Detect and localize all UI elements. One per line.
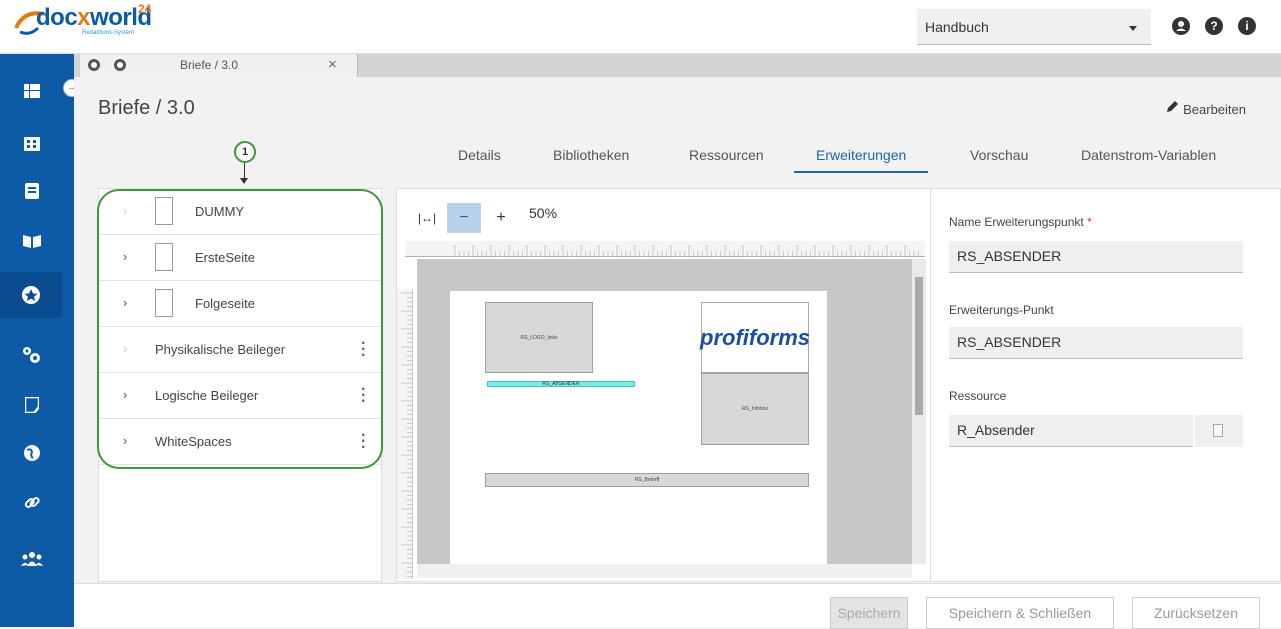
logo-box[interactable]: RS_LOGO_links bbox=[485, 302, 593, 373]
horizontal-scrollbar[interactable] bbox=[417, 564, 912, 578]
globe-icon[interactable] bbox=[17, 438, 47, 468]
brand-logo[interactable]: profiforms bbox=[700, 302, 810, 373]
footer-bar: Speichern Speichern & Schließen Zurückse… bbox=[74, 583, 1281, 629]
users-icon[interactable] bbox=[17, 544, 47, 574]
absender-box[interactable]: RS_ABSENDER bbox=[487, 381, 635, 387]
info-icon[interactable]: i bbox=[1238, 17, 1256, 35]
tab-vorschau[interactable]: Vorschau bbox=[970, 147, 1028, 163]
point-field[interactable]: RS_ABSENDER bbox=[949, 327, 1243, 359]
save-button[interactable]: Speichern bbox=[830, 597, 908, 629]
tab-bibliotheken[interactable]: Bibliotheken bbox=[553, 147, 629, 163]
logo-superscript: 24 bbox=[138, 2, 152, 16]
settings-icon[interactable] bbox=[17, 340, 47, 370]
edit-button-label: Bearbeiten bbox=[1183, 102, 1246, 117]
point-label: Erweiterungs-Punkt bbox=[949, 303, 1054, 317]
tab-datenstrom-variablen[interactable]: Datenstrom-Variablen bbox=[1081, 147, 1216, 163]
callout-highlight bbox=[97, 189, 383, 469]
document-tab-strip: Briefe / 3.0 × bbox=[74, 54, 1281, 77]
pencil-icon bbox=[1167, 101, 1179, 112]
tab-erweiterungen[interactable]: Erweiterungen bbox=[816, 147, 906, 163]
name-field[interactable]: RS_ABSENDER bbox=[949, 241, 1243, 273]
paper-sheet: RS_LOGO_links profiforms RS_Infobox RS_A… bbox=[450, 291, 827, 571]
infobox-box[interactable]: RS_Infobox bbox=[701, 373, 809, 445]
vertical-ruler bbox=[397, 289, 413, 579]
zoom-level: 50% bbox=[529, 205, 558, 221]
close-icon[interactable]: × bbox=[328, 56, 337, 73]
callout-marker: 1 bbox=[234, 141, 256, 163]
page-icon[interactable] bbox=[17, 390, 47, 420]
save-close-button[interactable]: Speichern & Schließen bbox=[926, 597, 1114, 629]
layout-preview: |↔| − + 50% RS_LOGO_links profiforms RS_… bbox=[396, 188, 931, 582]
tab-gear-icon[interactable] bbox=[114, 59, 126, 71]
horizontal-ruler bbox=[405, 241, 925, 258]
link-icon[interactable] bbox=[17, 488, 47, 518]
properties-panel: Name Erweiterungspunkt * RS_ABSENDER Erw… bbox=[930, 188, 1281, 582]
building-icon[interactable] bbox=[17, 128, 47, 158]
zoom-out-button[interactable]: − bbox=[447, 203, 481, 233]
manual-select-value: Handbuch bbox=[925, 19, 989, 35]
document-tab-title: Briefe / 3.0 bbox=[180, 58, 239, 72]
tab-ressourcen[interactable]: Ressourcen bbox=[689, 147, 764, 163]
resource-picker-button[interactable] bbox=[1195, 415, 1243, 447]
betreff-box[interactable]: RS_Betreff bbox=[485, 473, 809, 487]
tab-details[interactable]: Details bbox=[458, 147, 501, 163]
resource-label: Ressource bbox=[949, 389, 1007, 403]
resource-field[interactable]: R_Absender bbox=[949, 415, 1193, 447]
user-icon[interactable] bbox=[1172, 17, 1190, 35]
star-icon[interactable] bbox=[0, 272, 62, 318]
document-icon[interactable] bbox=[17, 176, 47, 206]
sidebar bbox=[0, 54, 74, 627]
tab-circle-icon[interactable] bbox=[88, 59, 100, 71]
manual-select[interactable]: Handbuch bbox=[917, 9, 1151, 45]
callout-arrow-icon bbox=[240, 178, 248, 184]
top-bar: docxworld 24 Redaktions-System Handbuch … bbox=[0, 0, 1281, 54]
scrollbar-thumb[interactable] bbox=[915, 277, 923, 415]
page-title: Briefe / 3.0 bbox=[98, 97, 195, 119]
dashboard-icon[interactable] bbox=[17, 76, 47, 106]
reset-button[interactable]: Zurücksetzen bbox=[1132, 597, 1260, 629]
chevron-down-icon bbox=[1129, 26, 1137, 31]
book-icon[interactable] bbox=[17, 226, 47, 256]
edit-button[interactable]: Bearbeiten bbox=[1165, 100, 1246, 117]
preview-canvas[interactable]: RS_LOGO_links profiforms RS_Infobox RS_A… bbox=[417, 259, 912, 571]
logo-subtitle: Redaktions-System bbox=[82, 30, 135, 36]
document-tab[interactable]: Briefe / 3.0 × bbox=[80, 54, 358, 77]
name-label: Name Erweiterungspunkt * bbox=[949, 215, 1092, 229]
vertical-scrollbar[interactable] bbox=[912, 259, 926, 564]
fit-width-button[interactable]: |↔| bbox=[415, 203, 439, 233]
active-tab-indicator bbox=[794, 171, 928, 173]
file-icon bbox=[1213, 424, 1223, 437]
zoom-in-button[interactable]: + bbox=[489, 203, 513, 233]
required-marker: * bbox=[1087, 215, 1092, 229]
help-icon[interactable]: ? bbox=[1205, 17, 1223, 35]
